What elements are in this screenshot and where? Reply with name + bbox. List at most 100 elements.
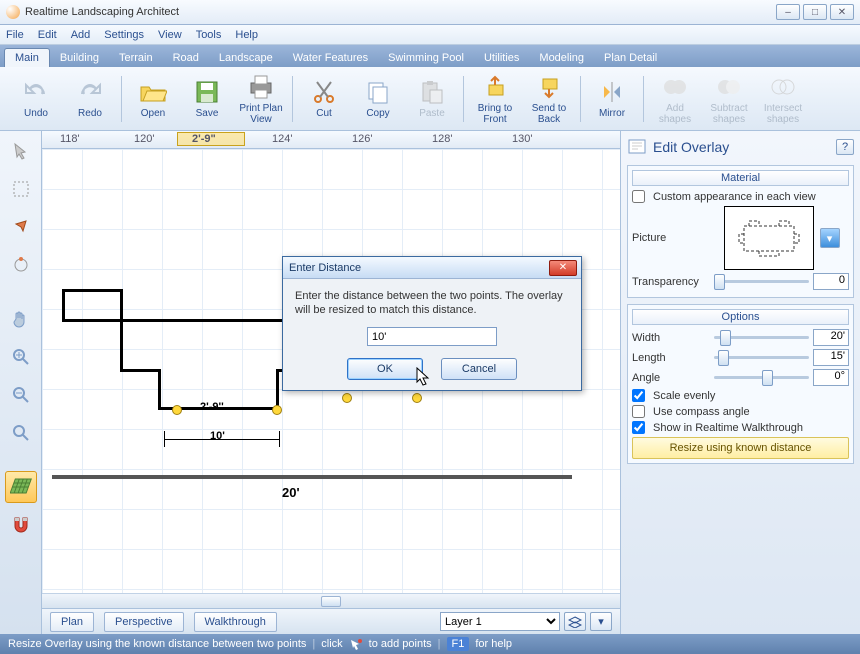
status-key: F1 [447, 637, 470, 651]
mirror-button[interactable]: Mirror [586, 70, 638, 128]
tab-main[interactable]: Main [4, 48, 50, 67]
dialog-title-bar[interactable]: Enter Distance ✕ [283, 257, 581, 279]
move-tool[interactable] [5, 211, 37, 243]
print-plan-button[interactable]: Print Plan View [235, 70, 287, 128]
hand-icon [11, 309, 31, 329]
undo-button[interactable]: Undo [10, 70, 62, 128]
layers-icon [568, 616, 582, 628]
send-back-icon [535, 73, 563, 101]
angle-value[interactable]: 0° [813, 369, 849, 386]
add-shapes-button[interactable]: Add shapes [649, 70, 701, 128]
dimension-label: 10' [210, 430, 225, 442]
zoom-in-tool[interactable] [5, 341, 37, 373]
menu-tools[interactable]: Tools [196, 29, 222, 41]
tab-modeling[interactable]: Modeling [529, 49, 594, 67]
snap-tool[interactable] [5, 509, 37, 541]
transparency-slider[interactable] [714, 274, 809, 290]
picture-preview[interactable] [724, 206, 814, 270]
dimension-label: 2'-9'' [200, 401, 224, 413]
tab-plan-detail[interactable]: Plan Detail [594, 49, 667, 67]
bring-front-icon [481, 73, 509, 101]
menu-help[interactable]: Help [235, 29, 258, 41]
marquee-tool[interactable] [5, 173, 37, 205]
send-back-button[interactable]: Send to Back [523, 70, 575, 128]
show-walkthrough-checkbox[interactable] [632, 421, 645, 434]
maximize-button[interactable]: □ [803, 4, 827, 20]
ruler-horizontal[interactable]: 118' 120' 2'-9" 124' 126' 128' 130' [42, 131, 620, 149]
grid-tool[interactable] [5, 471, 37, 503]
anchor-point[interactable] [342, 393, 352, 403]
view-tab-perspective[interactable]: Perspective [104, 612, 183, 632]
anchor-point[interactable] [272, 405, 282, 415]
ruler-tick: 130' [512, 133, 532, 145]
scale-evenly-checkbox[interactable] [632, 389, 645, 402]
custom-appearance-checkbox[interactable] [632, 190, 645, 203]
move-icon [12, 218, 30, 236]
pointer-tool[interactable] [5, 135, 37, 167]
help-button[interactable]: ? [836, 139, 854, 155]
copy-icon [364, 78, 392, 106]
compass-angle-checkbox[interactable] [632, 405, 645, 418]
copy-button[interactable]: Copy [352, 70, 404, 128]
undo-icon [22, 78, 50, 106]
tab-building[interactable]: Building [50, 49, 109, 67]
menu-settings[interactable]: Settings [104, 29, 144, 41]
transparency-label: Transparency [632, 276, 710, 288]
layer-select[interactable]: Layer 1 [440, 612, 560, 631]
subtract-shapes-icon [715, 73, 743, 101]
anchor-point[interactable] [412, 393, 422, 403]
pan-tool[interactable] [5, 303, 37, 335]
length-slider[interactable] [714, 350, 809, 366]
tab-utilities[interactable]: Utilities [474, 49, 529, 67]
distance-input[interactable] [367, 327, 497, 346]
save-button[interactable]: Save [181, 70, 233, 128]
dialog-close-button[interactable]: ✕ [549, 260, 577, 276]
open-button[interactable]: Open [127, 70, 179, 128]
minimize-button[interactable]: – [776, 4, 800, 20]
zoom-fit-tool[interactable] [5, 417, 37, 449]
menu-bar: File Edit Add Settings View Tools Help [0, 25, 860, 45]
options-section: Options Width 20' Length 15' Angle 0° Sc… [627, 304, 854, 464]
ruler-tick: 126' [352, 133, 372, 145]
layers-button[interactable] [564, 612, 586, 631]
rotate-tool[interactable] [5, 249, 37, 281]
anchor-point[interactable] [172, 405, 182, 415]
subtract-shapes-button[interactable]: Subtract shapes [703, 70, 755, 128]
menu-file[interactable]: File [6, 29, 24, 41]
enter-distance-dialog: Enter Distance ✕ Enter the distance betw… [282, 256, 582, 391]
view-tab-plan[interactable]: Plan [50, 612, 94, 632]
width-slider[interactable] [714, 330, 809, 346]
left-tool-rail [0, 131, 42, 634]
tab-pool[interactable]: Swimming Pool [378, 49, 474, 67]
tab-road[interactable]: Road [163, 49, 209, 67]
view-tab-walkthrough[interactable]: Walkthrough [194, 612, 277, 632]
menu-add[interactable]: Add [71, 29, 91, 41]
horizontal-scrollbar[interactable] [42, 593, 620, 608]
menu-edit[interactable]: Edit [38, 29, 57, 41]
close-button[interactable]: ✕ [830, 4, 854, 20]
ok-button[interactable]: OK [347, 358, 423, 380]
width-value[interactable]: 20' [813, 329, 849, 346]
transparency-value[interactable]: 0 [813, 273, 849, 290]
scale-evenly-label: Scale evenly [653, 390, 715, 402]
layer-dropdown-button[interactable]: ▾ [590, 612, 612, 631]
intersect-shapes-button[interactable]: Intersect shapes [757, 70, 809, 128]
resize-known-distance-button[interactable]: Resize using known distance [632, 437, 849, 459]
zoom-out-tool[interactable] [5, 379, 37, 411]
compass-angle-label: Use compass angle [653, 406, 750, 418]
tab-landscape[interactable]: Landscape [209, 49, 283, 67]
length-value[interactable]: 15' [813, 349, 849, 366]
tab-water[interactable]: Water Features [283, 49, 378, 67]
overlay-icon [627, 137, 649, 157]
angle-slider[interactable] [714, 370, 809, 386]
cancel-button[interactable]: Cancel [441, 358, 517, 380]
menu-view[interactable]: View [158, 29, 182, 41]
dimension-label: 20' [282, 485, 300, 500]
paste-button[interactable]: Paste [406, 70, 458, 128]
bring-front-button[interactable]: Bring to Front [469, 70, 521, 128]
cut-button[interactable]: Cut [298, 70, 350, 128]
picture-dropdown-button[interactable]: ▾ [820, 228, 840, 248]
redo-button[interactable]: Redo [64, 70, 116, 128]
tab-terrain[interactable]: Terrain [109, 49, 163, 67]
status-hint-add: to add points [369, 638, 432, 650]
